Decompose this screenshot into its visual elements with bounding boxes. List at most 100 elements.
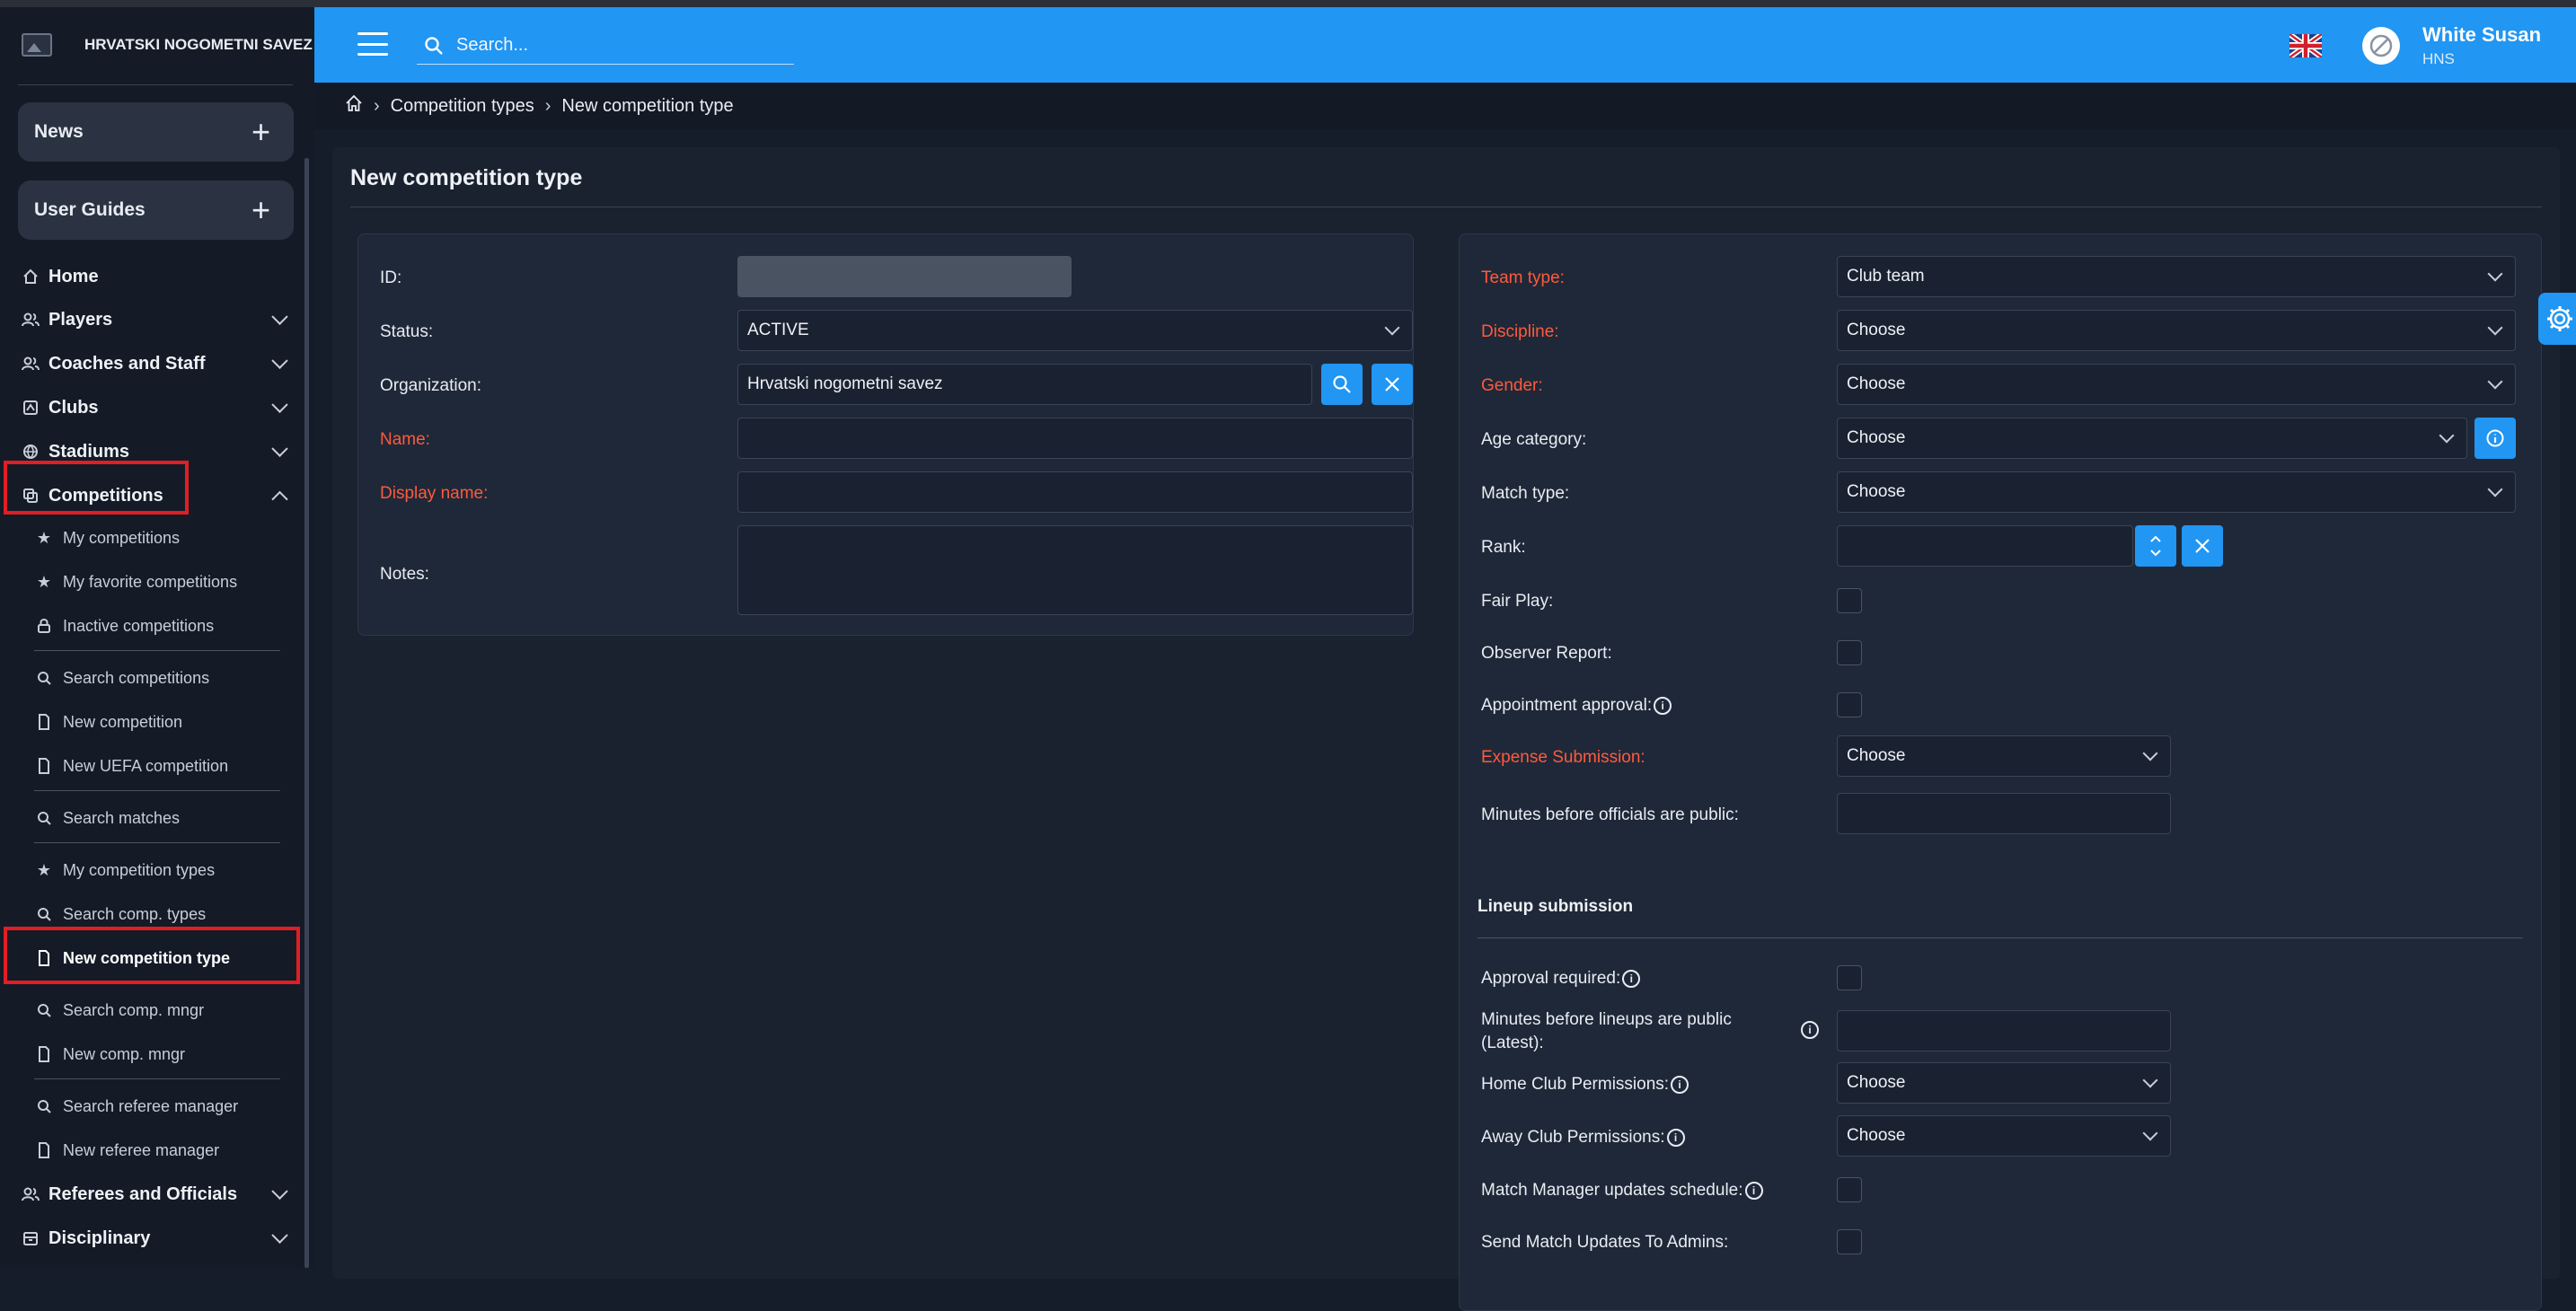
appointment-approval-checkbox[interactable] [1837,692,1862,717]
sidebar-item-search-comp-mngr[interactable]: Search comp. mngr [0,992,304,1028]
discipline-select[interactable]: Choose [1837,310,2516,351]
organization-search-button[interactable] [1321,364,1363,405]
info-icon[interactable]: i [1801,1021,1819,1039]
chevron-down-icon [2142,1072,2158,1088]
sidebar-item-label: Search matches [63,808,181,827]
expense-submission-select[interactable]: Choose [1837,735,2171,777]
search-icon [36,1002,52,1018]
user-name[interactable]: White Susan [2422,23,2541,47]
sidebar-item-players[interactable]: Players [0,300,304,339]
sidebar-item-coaches[interactable]: Coaches and Staff [0,344,304,383]
approval-required-checkbox[interactable] [1837,965,1862,990]
header-search[interactable] [417,27,794,65]
breadcrumb-competition-types[interactable]: Competition types [391,96,534,117]
rank-input[interactable] [1837,525,2133,567]
sidebar-item-search-matches[interactable]: Search matches [0,800,304,836]
rank-label: Rank: [1481,538,1526,557]
sidebar-item-label: My favorite competitions [63,572,238,591]
sidebar-item-new-comp-mngr[interactable]: New comp. mngr [0,1036,304,1072]
home-icon[interactable] [345,94,363,118]
star-icon: ★ [36,528,52,547]
age-category-info-button[interactable] [2475,418,2516,459]
away-club-permissions-label: Away Club Permissions: i [1481,1128,1685,1148]
chevron-right-icon: › [544,95,551,116]
hamburger-menu-icon[interactable] [357,32,388,56]
minutes-lineups-input[interactable] [1837,1010,2171,1051]
sidebar-sub-divider [34,1078,280,1079]
fair-play-checkbox[interactable] [1837,588,1862,613]
id-field [737,256,1072,297]
sidebar-item-label: Clubs [49,397,99,418]
away-club-permissions-select[interactable]: Choose [1837,1115,2171,1157]
sidebar-item-search-competitions[interactable]: Search competitions [0,660,304,696]
avatar[interactable] [2362,27,2400,65]
sidebar-item-clubs[interactable]: Clubs [0,388,304,427]
match-type-select[interactable]: Choose [1837,471,2516,513]
gender-select[interactable]: Choose [1837,364,2516,405]
sidebar-item-inactive-competitions[interactable]: Inactive competitions [0,608,304,644]
search-input[interactable] [456,35,780,56]
send-updates-label: Send Match Updates To Admins: [1481,1233,1729,1252]
file-icon [36,1046,52,1062]
chevron-down-icon [271,1227,288,1244]
top-header: White Susan HNS [314,7,2576,83]
team-type-select[interactable]: Club team [1837,256,2516,297]
sidebar-item-home[interactable]: Home [0,257,304,296]
sidebar-item-my-competition-types[interactable]: ★ My competition types [0,852,304,888]
info-icon[interactable]: i [1666,1128,1685,1147]
star-icon: ★ [36,860,52,879]
sidebar-item-label: Search comp. types [63,904,207,923]
minutes-officials-input[interactable] [1837,793,2171,834]
search-icon [424,36,444,56]
sidebar-sub-divider [34,790,280,791]
minutes-officials-label: Minutes before officials are public: [1481,805,1739,824]
gender-value: Choose [1847,374,1906,393]
age-category-select[interactable]: Choose [1837,418,2467,459]
sidebar-item-new-referee-manager[interactable]: New referee manager [0,1132,304,1168]
expense-submission-label: Expense Submission: [1481,748,1645,767]
observer-report-checkbox[interactable] [1837,640,1862,665]
sidebar-item-label: My competitions [63,528,181,547]
match-manager-updates-checkbox[interactable] [1837,1177,1862,1202]
info-icon[interactable]: i [1671,1075,1689,1094]
info-icon[interactable]: i [1622,969,1641,988]
brand[interactable]: HRVATSKI NOGOMETNI SAVEZ [0,7,314,83]
display-name-input[interactable] [737,471,1413,513]
sidebar-item-disciplinary[interactable]: Disciplinary [0,1219,304,1258]
sidebar-item-search-referee-manager[interactable]: Search referee manager [0,1088,304,1124]
sidebar-item-my-favorite-competitions[interactable]: ★ My favorite competitions [0,564,304,600]
users-icon [22,355,40,373]
window-top-strip [0,0,2576,7]
stepper-arrows-icon [2150,535,2161,557]
chevron-down-icon [271,440,288,457]
rank-clear-button[interactable] [2182,525,2223,567]
settings-gear-button[interactable] [2538,293,2576,345]
sidebar-item-new-competition[interactable]: New competition [0,704,304,740]
sidebar-item-new-uefa-competition[interactable]: New UEFA competition [0,748,304,784]
chevron-down-icon [2439,427,2455,444]
name-input[interactable] [737,418,1413,459]
star-icon: ★ [36,572,52,591]
chevron-down-icon [271,308,288,325]
file-icon [36,714,52,730]
gear-icon [2547,306,2572,331]
home-club-permissions-select[interactable]: Choose [1837,1062,2171,1104]
sidebar-divider [18,84,293,85]
send-updates-checkbox[interactable] [1837,1229,1862,1254]
news-button[interactable]: News + [18,102,294,162]
organization-clear-button[interactable] [1372,364,1413,405]
close-icon [1385,377,1399,392]
sidebar-item-label: My competition types [63,860,216,879]
user-guides-button[interactable]: User Guides + [18,180,294,240]
notes-textarea[interactable] [737,525,1413,615]
sidebar-item-my-competitions[interactable]: ★ My competitions [0,520,304,556]
sidebar-scrollbar[interactable] [304,158,309,1268]
info-icon[interactable]: i [1654,696,1672,715]
sidebar-item-referees[interactable]: Referees and Officials [0,1175,304,1214]
status-select[interactable]: ACTIVE [737,310,1413,351]
rank-stepper[interactable] [2135,525,2176,567]
info-icon[interactable]: i [1744,1181,1763,1200]
uk-flag-icon[interactable] [2289,34,2322,57]
organization-field[interactable]: Hrvatski nogometni savez [737,364,1312,405]
sidebar-item-label: Disciplinary [49,1227,151,1248]
